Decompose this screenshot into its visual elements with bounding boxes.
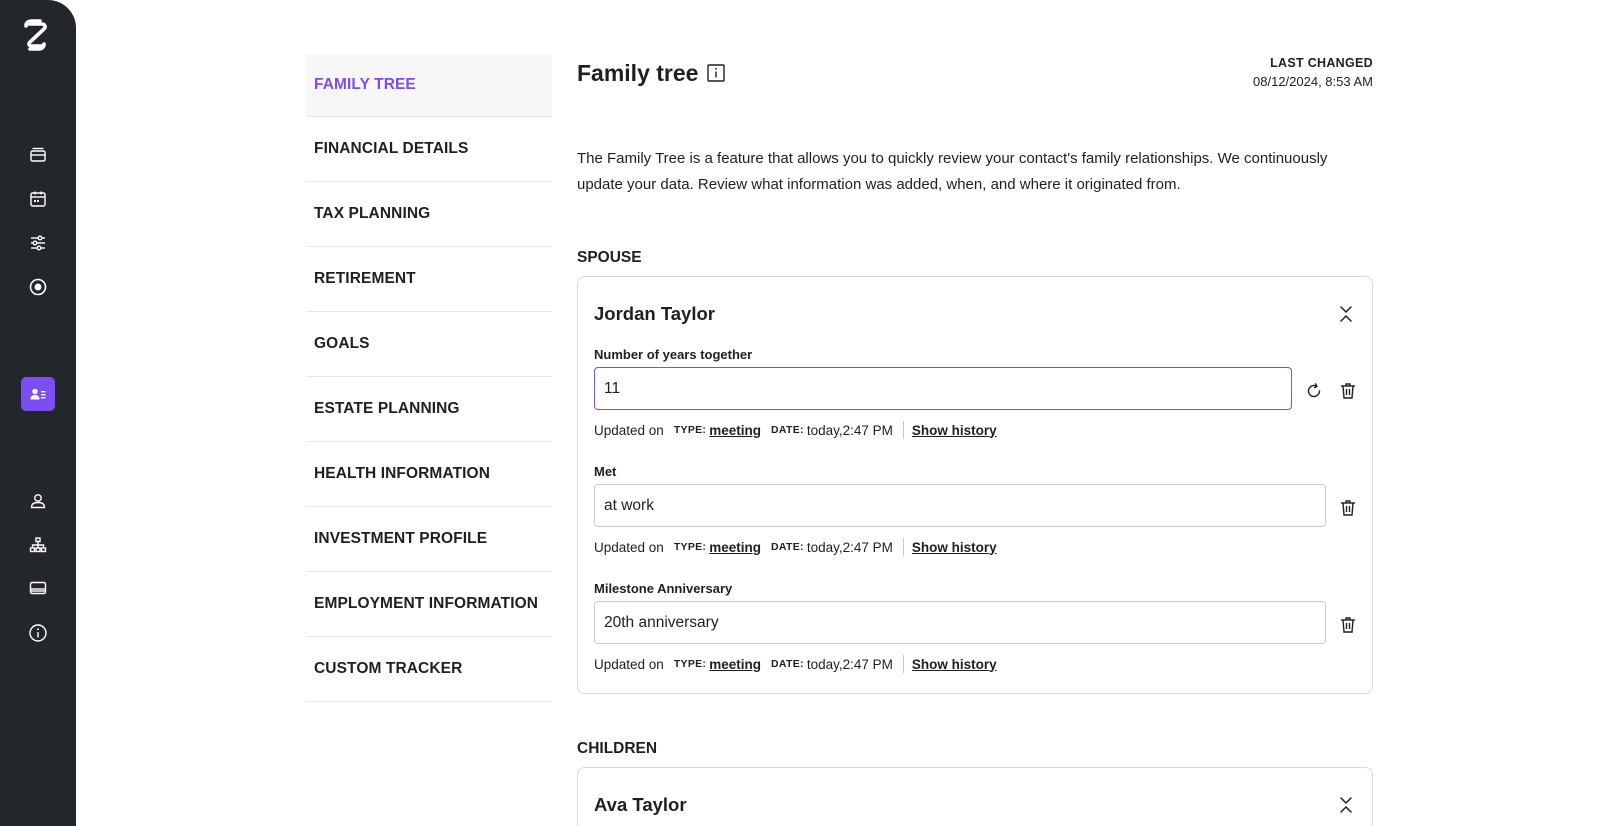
show-history-link[interactable]: Show history [912, 540, 997, 555]
date-label: DATE: [771, 541, 804, 553]
info-icon [29, 624, 47, 642]
spouse-name: Jordan Taylor [594, 303, 715, 324]
field-label: Number of years together [594, 347, 753, 362]
field-label: Milestone Anniversary [594, 581, 733, 596]
app-rail [0, 0, 76, 826]
info-box-icon[interactable] [706, 63, 726, 83]
refresh-icon[interactable] [1304, 381, 1324, 401]
children-section-label: CHILDREN [577, 740, 658, 757]
inbox-icon [30, 147, 46, 162]
nav-record[interactable] [21, 270, 55, 304]
nav-inbox[interactable] [21, 137, 55, 171]
type-link[interactable]: meeting [709, 657, 761, 672]
date-value: today,2:47 PM [806, 656, 893, 672]
met-field: Met at work Updated on TYPE: meeting DAT… [594, 464, 1358, 556]
field-label: Met [594, 464, 617, 479]
divider [902, 655, 904, 673]
type-label: TYPE: [673, 658, 707, 670]
page-header: Family tree LAST CHANGED 08/12/2024, 8:5… [577, 54, 1373, 94]
milestone-anniversary-field: Milestone Anniversary 20th anniversary U… [594, 581, 1358, 673]
date-label: DATE: [771, 658, 804, 670]
nav-settings[interactable] [21, 226, 55, 260]
field-actions [1338, 603, 1358, 646]
last-changed-value: 08/12/2024, 8:53 AM [1253, 74, 1373, 89]
divider [902, 421, 904, 439]
section-nav: FAMILY TREE FINANCIAL DETAILS TAX PLANNI… [306, 54, 552, 702]
updated-label: Updated on [594, 539, 664, 555]
field-actions [1338, 486, 1358, 529]
updated-label: Updated on [594, 656, 664, 672]
spouse-section-label: SPOUSE [577, 249, 642, 266]
page-description: The Family Tree is a feature that allows… [577, 150, 1328, 193]
type-link[interactable]: meeting [709, 540, 761, 555]
field-meta: Updated on TYPE: meeting DATE: today,2:4… [594, 421, 1358, 439]
type-link[interactable]: meeting [709, 423, 761, 438]
section-health-information[interactable]: HEALTH INFORMATION [306, 442, 552, 507]
page-title: Family tree [577, 60, 699, 86]
section-tax-planning[interactable]: TAX PLANNING [306, 182, 552, 247]
collapse-icon[interactable] [1338, 796, 1354, 814]
years-together-input[interactable]: 11 [594, 367, 1292, 410]
nav-hierarchy[interactable] [21, 528, 55, 562]
app-logo[interactable] [20, 18, 50, 52]
section-family-tree[interactable]: FAMILY TREE [306, 54, 552, 117]
field-meta: Updated on TYPE: meeting DATE: today,2:4… [594, 655, 1358, 673]
type-label: TYPE: [673, 424, 707, 436]
card-icon [29, 581, 47, 595]
trash-icon[interactable] [1338, 381, 1358, 401]
section-goals[interactable]: GOALS [306, 312, 552, 377]
show-history-link[interactable]: Show history [912, 657, 997, 672]
trash-icon[interactable] [1338, 498, 1358, 518]
section-investment-profile[interactable]: INVESTMENT PROFILE [306, 507, 552, 572]
hierarchy-icon [29, 537, 47, 553]
child-card: Ava Taylor [577, 767, 1373, 826]
date-value: today,2:47 PM [806, 539, 893, 555]
last-changed-label: LAST CHANGED [1270, 56, 1373, 70]
section-employment-information[interactable]: EMPLOYMENT INFORMATION [306, 572, 552, 637]
section-estate-planning[interactable]: ESTATE PLANNING [306, 377, 552, 442]
nav-contact-card[interactable] [21, 377, 55, 411]
show-history-link[interactable]: Show history [912, 423, 997, 438]
nav-billing[interactable] [21, 571, 55, 605]
date-label: DATE: [771, 424, 804, 436]
user-icon [30, 494, 46, 509]
nav-user[interactable] [21, 484, 55, 518]
trash-icon[interactable] [1338, 615, 1358, 635]
contact-card-icon [30, 388, 46, 400]
section-financial-details[interactable]: FINANCIAL DETAILS [306, 117, 552, 182]
years-together-field: Number of years together 11 Updated on T… [594, 347, 1358, 439]
collapse-icon[interactable] [1338, 305, 1354, 323]
field-actions [1304, 369, 1358, 412]
last-changed: LAST CHANGED 08/12/2024, 8:53 AM [1253, 56, 1373, 89]
milestone-anniversary-input[interactable]: 20th anniversary [594, 601, 1326, 644]
section-custom-tracker[interactable]: CUSTOM TRACKER [306, 637, 552, 702]
date-value: today,2:47 PM [806, 422, 893, 438]
field-meta: Updated on TYPE: meeting DATE: today,2:4… [594, 538, 1358, 556]
nav-calendar[interactable] [21, 182, 55, 216]
spouse-card: Jordan Taylor Number of years together 1… [577, 276, 1373, 694]
child-name: Ava Taylor [594, 794, 687, 815]
sliders-icon [31, 235, 45, 251]
section-retirement[interactable]: RETIREMENT [306, 247, 552, 312]
nav-info[interactable] [21, 616, 55, 650]
met-input[interactable]: at work [594, 484, 1326, 527]
updated-label: Updated on [594, 422, 664, 438]
main-content: Family tree LAST CHANGED 08/12/2024, 8:5… [577, 54, 1373, 826]
calendar-icon [30, 191, 46, 207]
type-label: TYPE: [673, 541, 707, 553]
divider [902, 538, 904, 556]
record-icon [29, 278, 47, 296]
